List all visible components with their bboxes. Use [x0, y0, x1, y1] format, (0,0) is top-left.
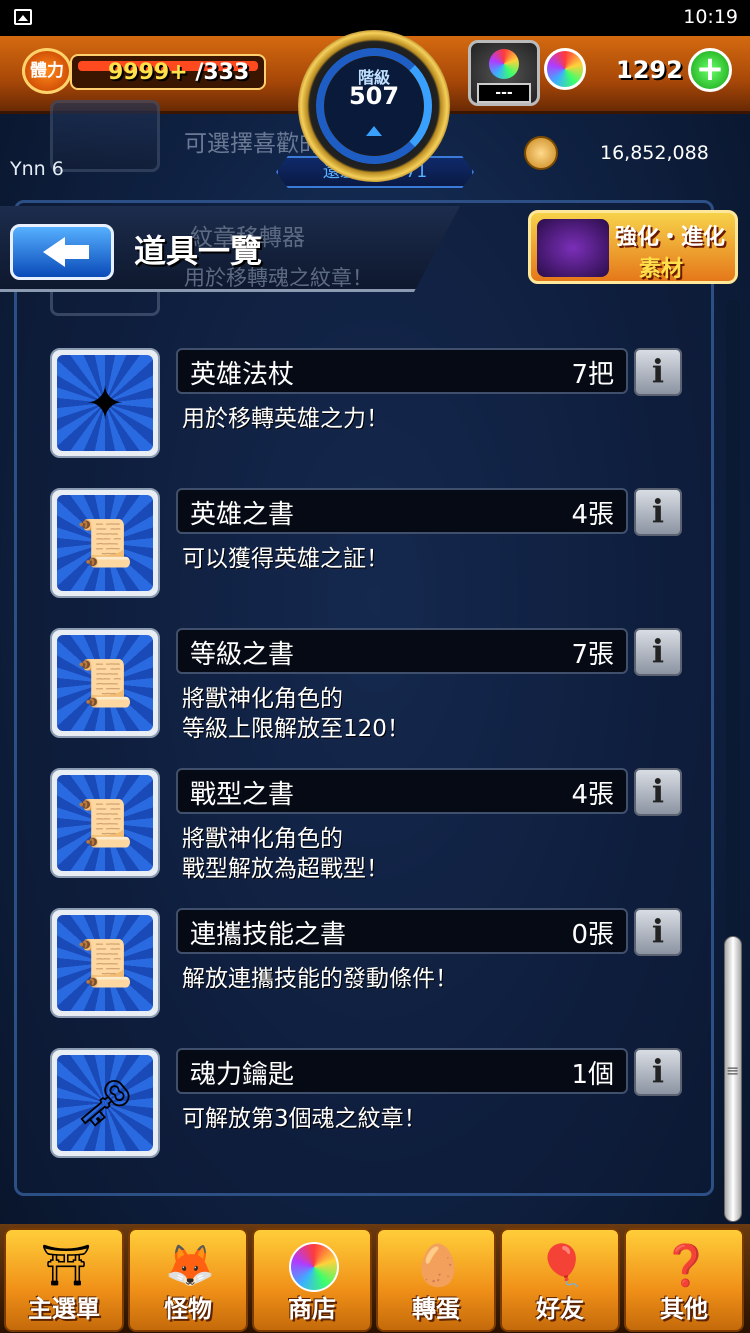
background-item-frame	[50, 100, 160, 172]
nav-tab-monsters[interactable]: 🦊 怪物	[128, 1228, 248, 1332]
materials-label: 素材	[639, 257, 684, 282]
item-name: 戰型之書	[190, 780, 295, 810]
item-description: 可解放第3個魂之紋章！	[182, 1106, 427, 1132]
info-button[interactable]: i	[634, 768, 682, 816]
info-icon: i	[651, 1052, 665, 1090]
question-icon: ❓	[661, 1243, 711, 1289]
info-button[interactable]: i	[634, 348, 682, 396]
item-name: 英雄法杖	[190, 360, 295, 390]
egg-slot[interactable]: ---	[468, 40, 540, 106]
egg-icon: 🥚	[413, 1243, 463, 1289]
rank-arrow-icon	[366, 126, 382, 136]
stamina-value: 9999+ /333	[108, 60, 250, 85]
back-arrow-icon	[63, 245, 89, 259]
info-icon: i	[651, 632, 665, 670]
item-icon-frame[interactable]: 🗝	[50, 1048, 160, 1158]
nav-tab-main-menu[interactable]: ⛩ 主選單	[4, 1228, 124, 1332]
materials-icon	[537, 219, 609, 277]
info-button[interactable]: i	[634, 908, 682, 956]
connect-skill-book-icon: 📜	[76, 936, 134, 990]
stamina-icon: 體力	[22, 48, 72, 94]
item-list-screen: 10:19 體力 9999+ /333 可選擇喜歡的 階級 507 還差 100…	[0, 0, 750, 1333]
item-description: 用於移轉英雄之力！	[182, 406, 389, 432]
image-notification-icon	[14, 9, 32, 25]
hero-staff-icon: ✦	[85, 376, 125, 430]
item-description: 將獸神化角色的 戰型解放為超戰型！	[182, 826, 389, 882]
item-icon-frame[interactable]: ✦	[50, 348, 160, 458]
nav-tab-shop[interactable]: 商店	[252, 1228, 372, 1332]
item-name: 連攜技能之書	[190, 920, 347, 950]
home-gate-icon: ⛩	[40, 1243, 92, 1289]
item-count: 7張	[571, 640, 614, 670]
item-description: 可以獲得英雄之証！	[182, 546, 389, 572]
rank-value: 507	[348, 82, 400, 110]
item-name: 等級之書	[190, 640, 295, 670]
egg-orb-icon	[489, 49, 519, 79]
gold-coin-icon	[524, 136, 558, 170]
item-description: 將獸神化角色的 等級上限解放至120！	[182, 686, 410, 742]
player-name: Ynn 6	[10, 158, 64, 180]
battle-type-book-icon: 📜	[76, 796, 134, 850]
info-button[interactable]: i	[634, 628, 682, 676]
level-book-icon: 📜	[76, 656, 134, 710]
rank-badge[interactable]: 階級 507	[298, 30, 450, 182]
nav-tab-other[interactable]: ❓ 其他	[624, 1228, 744, 1332]
list-item: 📜 戰型之書 4張 i 將獸神化角色的 戰型解放為超戰型！	[0, 768, 750, 908]
list-item: 🗝 魂力鑰匙 1個 i 可解放第3個魂之紋章！	[0, 1048, 750, 1188]
item-icon-frame[interactable]: 📜	[50, 628, 160, 738]
rainbow-orb-icon	[284, 1236, 344, 1296]
info-icon: i	[651, 352, 665, 390]
monster-icon: 🦊	[165, 1243, 215, 1289]
info-button[interactable]: i	[634, 1048, 682, 1096]
page-title: 道具一覽	[134, 232, 263, 270]
list-item: ✦ 英雄法杖 7把 i 用於移轉英雄之力！	[0, 348, 750, 488]
gold-amount: 16,852,088	[600, 142, 709, 164]
friends-balloon-icon: 🎈	[537, 1243, 587, 1289]
list-item: 📜 英雄之書 4張 i 可以獲得英雄之証！	[0, 488, 750, 628]
bottom-nav: ⛩ 主選單 🦊 怪物 商店 🥚 轉蛋 🎈 好友 ❓ 其他	[0, 1224, 750, 1333]
nav-tab-friends[interactable]: 🎈 好友	[500, 1228, 620, 1332]
item-count: 4張	[571, 780, 614, 810]
buy-orb-button[interactable]: +	[688, 48, 732, 92]
item-icon-frame[interactable]: 📜	[50, 768, 160, 878]
item-count: 4張	[571, 500, 614, 530]
info-icon: i	[651, 772, 665, 810]
enhance-materials-button[interactable]: 強化・進化 素材	[528, 210, 738, 284]
item-count: 7把	[571, 360, 614, 390]
soul-key-icon: 🗝	[75, 1076, 135, 1130]
info-icon: i	[651, 492, 665, 530]
item-description: 解放連攜技能的發動條件！	[182, 966, 458, 992]
list-item: 📜 等級之書 7張 i 將獸神化角色的 等級上限解放至120！	[0, 628, 750, 768]
scrollbar-thumb[interactable]	[724, 936, 742, 1222]
rainbow-orb-icon	[544, 48, 586, 90]
hero-book-icon: 📜	[76, 516, 134, 570]
egg-slot-label: ---	[477, 83, 531, 103]
item-icon-frame[interactable]: 📜	[50, 488, 160, 598]
info-icon: i	[651, 912, 665, 950]
item-icon-frame[interactable]: 📜	[50, 908, 160, 1018]
enhance-label: 強化・進化	[615, 225, 726, 250]
item-name: 英雄之書	[190, 500, 295, 530]
list-item: 📜 連攜技能之書 0張 i 解放連攜技能的發動條件！	[0, 908, 750, 1048]
info-button[interactable]: i	[634, 488, 682, 536]
orb-count: 1292	[616, 56, 683, 84]
back-button[interactable]	[10, 224, 114, 280]
item-count: 1個	[571, 1060, 614, 1090]
clock: 10:19	[683, 6, 738, 28]
nav-tab-gacha[interactable]: 🥚 轉蛋	[376, 1228, 496, 1332]
item-name: 魂力鑰匙	[190, 1060, 295, 1090]
item-count: 0張	[571, 920, 614, 950]
